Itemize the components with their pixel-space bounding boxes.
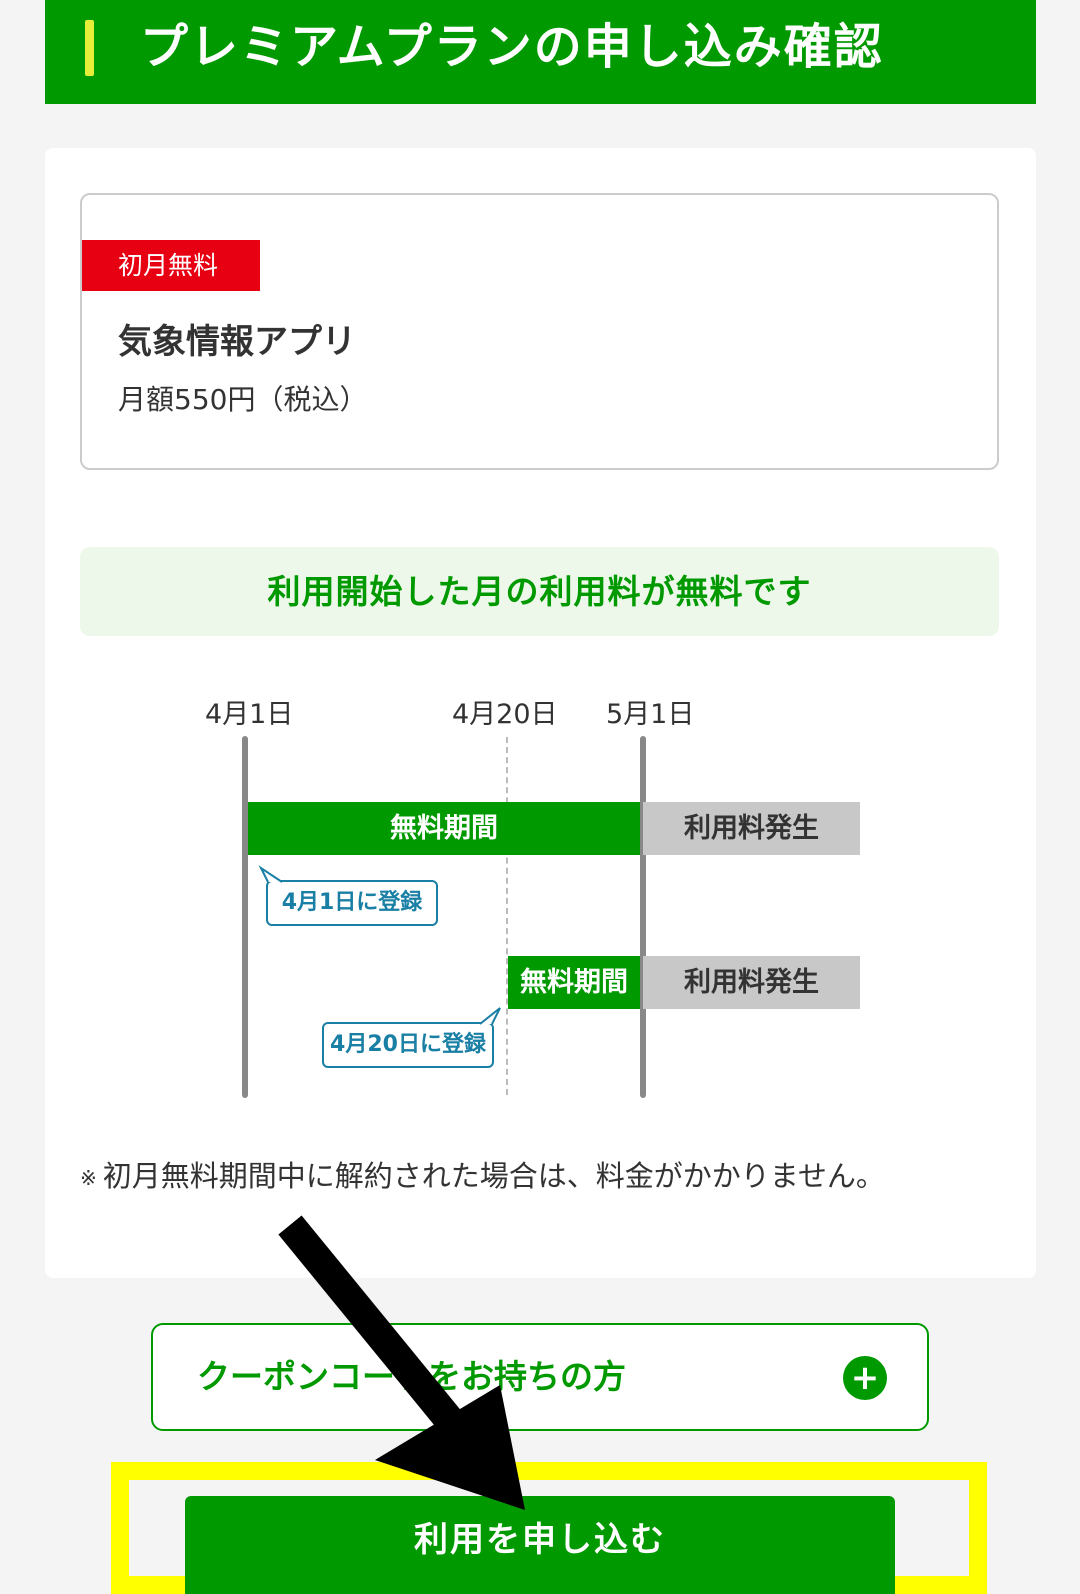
paid-period-bar-1: 利用料発生: [643, 802, 860, 855]
registration-bubble-apr20: 4月20日に登録: [322, 1022, 494, 1068]
page-header: プレミアムプランの申し込み確認: [45, 0, 1036, 104]
coupon-code-toggle[interactable]: クーポンコードをお持ちの方 +: [151, 1323, 929, 1431]
header-accent-bar: [85, 20, 94, 76]
plan-price: 月額550円（税込）: [118, 383, 368, 416]
page-title: プレミアムプランの申し込み確認: [140, 19, 884, 75]
info-banner: 利用開始した月の利用料が無料です: [80, 547, 999, 636]
timeline-line-apr20: [506, 737, 508, 1095]
coupon-code-label: クーポンコードをお持ちの方: [197, 1357, 626, 1396]
timeline-line-may1: [640, 736, 646, 1098]
timeline-date-may1: 5月1日: [606, 699, 695, 730]
paid-period-bar-2: 利用料発生: [643, 956, 860, 1009]
free-period-bar-2: 無料期間: [508, 956, 640, 1009]
note-mark: ※: [80, 1166, 97, 1190]
apply-button[interactable]: 利用を申し込む: [185, 1496, 895, 1594]
free-period-bar-1: 無料期間: [248, 802, 640, 855]
timeline-date-apr20: 4月20日: [452, 699, 558, 730]
timeline-date-apr1: 4月1日: [205, 699, 294, 730]
info-banner-text: 利用開始した月の利用料が無料です: [267, 572, 812, 611]
first-month-free-badge: 初月無料: [82, 240, 260, 291]
plus-icon[interactable]: +: [843, 1356, 887, 1400]
timeline-line-apr1: [242, 736, 248, 1098]
registration-bubble-apr1: 4月1日に登録: [266, 880, 438, 926]
cancellation-note: ※ 初月無料期間中に解約された場合は、料金がかかりません。: [80, 1153, 885, 1195]
plan-name: 気象情報アプリ: [118, 322, 356, 362]
note-text: 初月無料期間中に解約された場合は、料金がかかりません。: [102, 1159, 885, 1193]
